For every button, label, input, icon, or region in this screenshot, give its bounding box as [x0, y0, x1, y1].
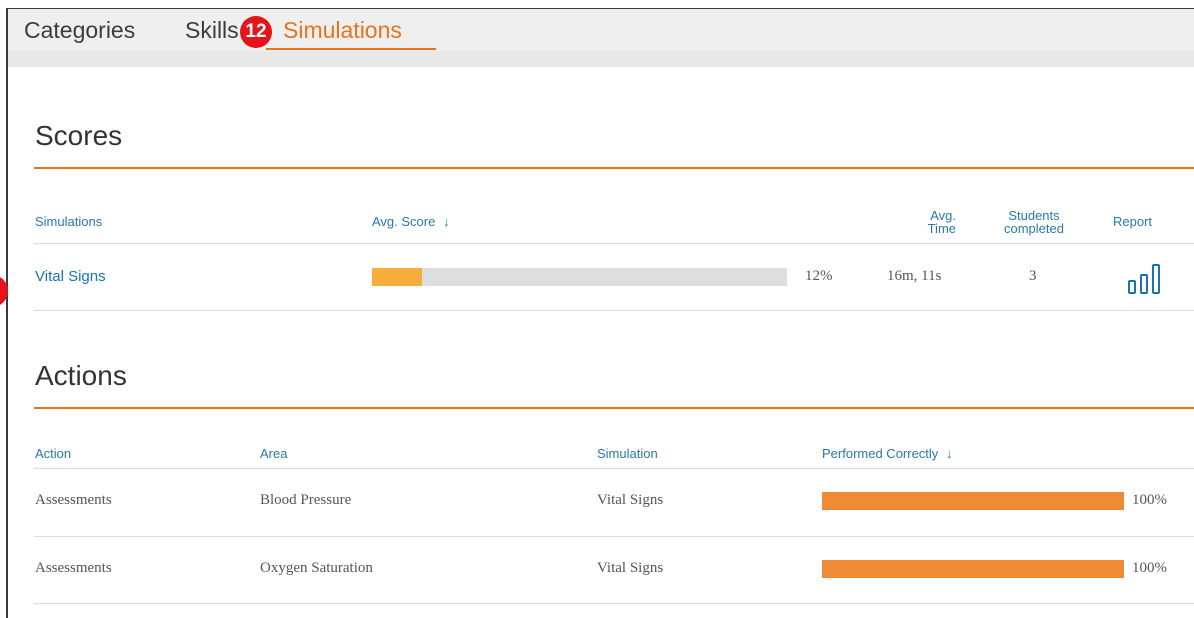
- actions-title: Actions: [35, 360, 127, 391]
- col-header-students-completed[interactable]: Students completed: [994, 209, 1074, 235]
- students-completed-value: 3: [1029, 268, 1037, 284]
- col-header-simulations[interactable]: Simulations: [35, 214, 102, 229]
- performed-correctly-value: 100%: [1132, 492, 1167, 508]
- sort-arrow-icon: ↓: [945, 446, 953, 461]
- action-cell: Assessments: [35, 492, 112, 508]
- tab-skills[interactable]: Skills: [185, 17, 239, 44]
- performed-correctly-value: 100%: [1132, 560, 1167, 576]
- action-cell: Assessments: [35, 560, 112, 576]
- avg-time-value: 16m, 11s: [887, 268, 942, 284]
- col-header-performed-correctly[interactable]: Performed Correctly ↓: [822, 446, 952, 461]
- simulation-cell: Vital Signs: [597, 560, 664, 576]
- avg-score-label: Avg. Score: [372, 214, 436, 229]
- performed-correctly-bar: [822, 492, 1124, 510]
- sort-arrow-icon: ↓: [442, 214, 450, 229]
- area-cell: Blood Pressure: [260, 492, 352, 508]
- actions-row-divider: [34, 603, 1194, 604]
- actions-divider: [34, 407, 1194, 409]
- scores-row-divider: [34, 310, 1194, 311]
- col-header-report: Report: [1113, 214, 1153, 229]
- step-marker-badge: 12: [240, 16, 272, 48]
- performed-correctly-bar-fill: [822, 492, 1124, 510]
- performed-correctly-bar: [822, 560, 1124, 578]
- avg-score-value: 12%: [805, 268, 833, 284]
- col-header-action[interactable]: Action: [35, 446, 71, 461]
- area-cell: Oxygen Saturation: [260, 560, 373, 576]
- scores-divider: [34, 167, 1194, 169]
- col-header-avg-score[interactable]: Avg. Score ↓: [372, 214, 449, 229]
- tab-categories[interactable]: Categories: [24, 17, 135, 44]
- avg-score-bar: [372, 268, 787, 286]
- scores-title: Scores: [35, 120, 123, 151]
- performed-label: Performed Correctly: [822, 446, 939, 461]
- bar-chart-report-icon[interactable]: [1128, 262, 1164, 294]
- tab-simulations[interactable]: Simulations: [283, 17, 402, 44]
- simulation-cell: Vital Signs: [597, 492, 664, 508]
- students-label-2: completed: [1004, 221, 1064, 236]
- simulation-link[interactable]: Vital Signs: [35, 268, 106, 285]
- scores-header-divider: [34, 243, 1194, 244]
- avg-time-label-2: Time: [927, 221, 956, 236]
- avg-score-bar-fill: [372, 268, 422, 286]
- col-header-area[interactable]: Area: [260, 446, 287, 461]
- actions-header-divider: [34, 468, 1194, 469]
- col-header-simulation[interactable]: Simulation: [597, 446, 658, 461]
- actions-row-divider: [34, 536, 1194, 537]
- performed-correctly-bar-fill: [822, 560, 1124, 578]
- tab-bar-shadow: [8, 51, 1194, 67]
- active-tab-indicator: [266, 48, 436, 50]
- col-header-avg-time[interactable]: Avg. Time: [916, 209, 956, 235]
- window-frame: [6, 8, 1194, 618]
